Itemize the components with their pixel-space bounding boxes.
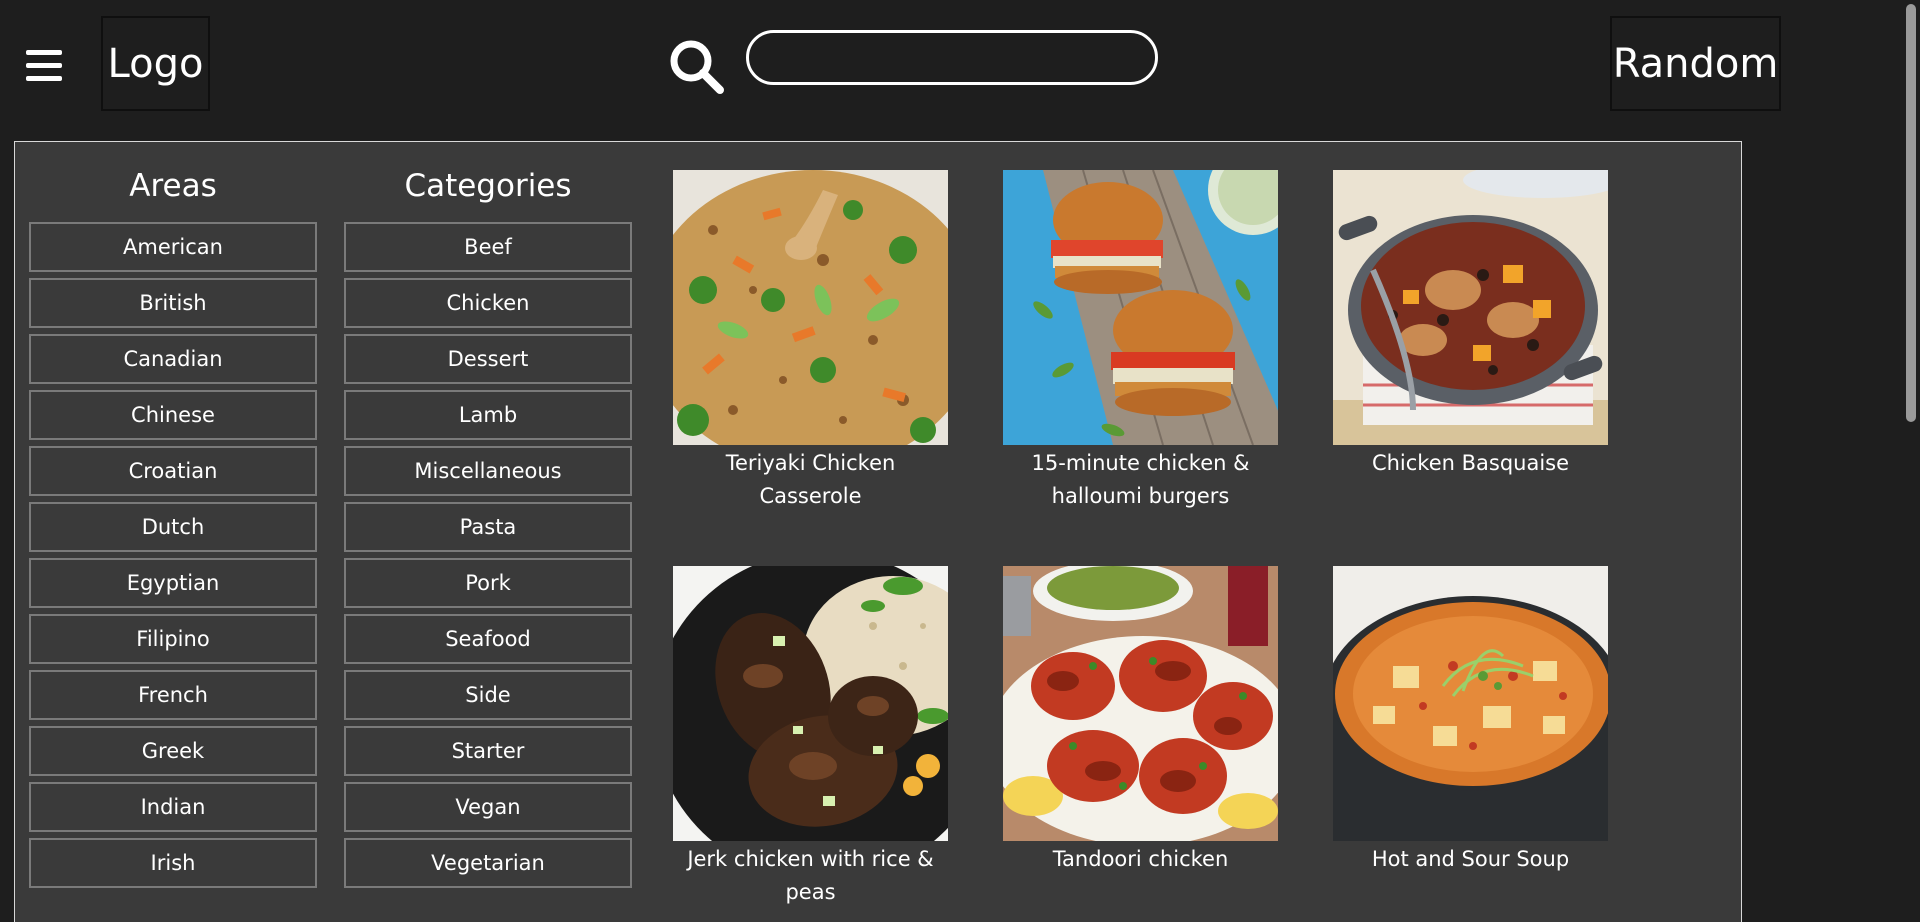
area-button-greek[interactable]: Greek — [29, 726, 317, 776]
meal-name: Hot and Sour Soup — [1371, 847, 1570, 871]
category-button-chicken[interactable]: Chicken — [344, 278, 632, 328]
area-button-dutch[interactable]: Dutch — [29, 502, 317, 552]
meal-card[interactable]: Chicken Basquaise — [1333, 170, 1608, 480]
meal-card[interactable]: Teriyaki Chicken Casserole — [673, 170, 948, 513]
meal-image[interactable] — [1333, 170, 1608, 445]
area-button-filipino[interactable]: Filipino — [29, 614, 317, 664]
meal-image[interactable] — [1003, 566, 1278, 841]
category-button-beef[interactable]: Beef — [344, 222, 632, 272]
area-button-indian[interactable]: Indian — [29, 782, 317, 832]
category-button-lamb[interactable]: Lamb — [344, 390, 632, 440]
meal-card[interactable]: Hot and Sour Soup — [1333, 566, 1608, 876]
areas-column: Areas American British Canadian Chinese Croa… — [29, 164, 317, 894]
meal-card[interactable]: Jerk chicken with rice & peas — [673, 566, 948, 909]
area-button-british[interactable]: British — [29, 278, 317, 328]
meal-image[interactable] — [1003, 170, 1278, 445]
meal-name: Chicken Basquaise — [1371, 451, 1570, 475]
category-button-vegan[interactable]: Vegan — [344, 782, 632, 832]
meal-name: Teriyaki Chicken Casserole — [725, 451, 896, 508]
search-input[interactable] — [746, 30, 1158, 85]
area-button-american[interactable]: American — [29, 222, 317, 272]
area-button-egyptian[interactable]: Egyptian — [29, 558, 317, 608]
category-button-pasta[interactable]: Pasta — [344, 502, 632, 552]
random-button[interactable]: Random — [1610, 16, 1781, 111]
area-button-chinese[interactable]: Chinese — [29, 390, 317, 440]
main-panel: Areas American British Canadian Chinese Croa… — [14, 141, 1742, 922]
category-button-seafood[interactable]: Seafood — [344, 614, 632, 664]
category-button-vegetarian[interactable]: Vegetarian — [344, 838, 632, 888]
area-button-irish[interactable]: Irish — [29, 838, 317, 888]
areas-list: American British Canadian Chinese Croatian Du… — [29, 222, 317, 888]
meal-image[interactable] — [673, 566, 948, 841]
meal-name: Tandoori chicken — [1052, 847, 1229, 871]
categories-title: Categories — [404, 168, 572, 204]
logo[interactable]: Logo — [101, 16, 210, 111]
hamburger-menu-icon[interactable] — [26, 50, 62, 82]
meal-card[interactable]: 15-minute chicken & halloumi burgers — [1003, 170, 1278, 513]
area-button-canadian[interactable]: Canadian — [29, 334, 317, 384]
categories-column: Categories Beef Chicken Dessert Lamb Miscell… — [344, 164, 632, 894]
meal-name: 15-minute chicken & halloumi burgers — [1031, 451, 1250, 508]
area-button-croatian[interactable]: Croatian — [29, 446, 317, 496]
category-button-miscellaneous[interactable]: Miscellaneous — [344, 446, 632, 496]
meal-image[interactable] — [673, 170, 948, 445]
app-root: Logo Random Areas American British Canadia… — [0, 0, 1920, 922]
meal-name: Jerk chicken with rice & peas — [687, 847, 934, 904]
scrollbar-thumb[interactable] — [1906, 4, 1916, 422]
category-button-dessert[interactable]: Dessert — [344, 334, 632, 384]
category-button-starter[interactable]: Starter — [344, 726, 632, 776]
meal-card[interactable]: Tandoori chicken — [1003, 566, 1278, 876]
category-button-side[interactable]: Side — [344, 670, 632, 720]
areas-title: Areas — [129, 168, 217, 204]
category-button-pork[interactable]: Pork — [344, 558, 632, 608]
search-icon[interactable] — [666, 36, 726, 96]
meal-image[interactable] — [1333, 566, 1608, 841]
top-header: Logo Random — [0, 0, 1900, 140]
area-button-french[interactable]: French — [29, 670, 317, 720]
categories-list: Beef Chicken Dessert Lamb Miscellaneous Pasta… — [344, 222, 632, 888]
